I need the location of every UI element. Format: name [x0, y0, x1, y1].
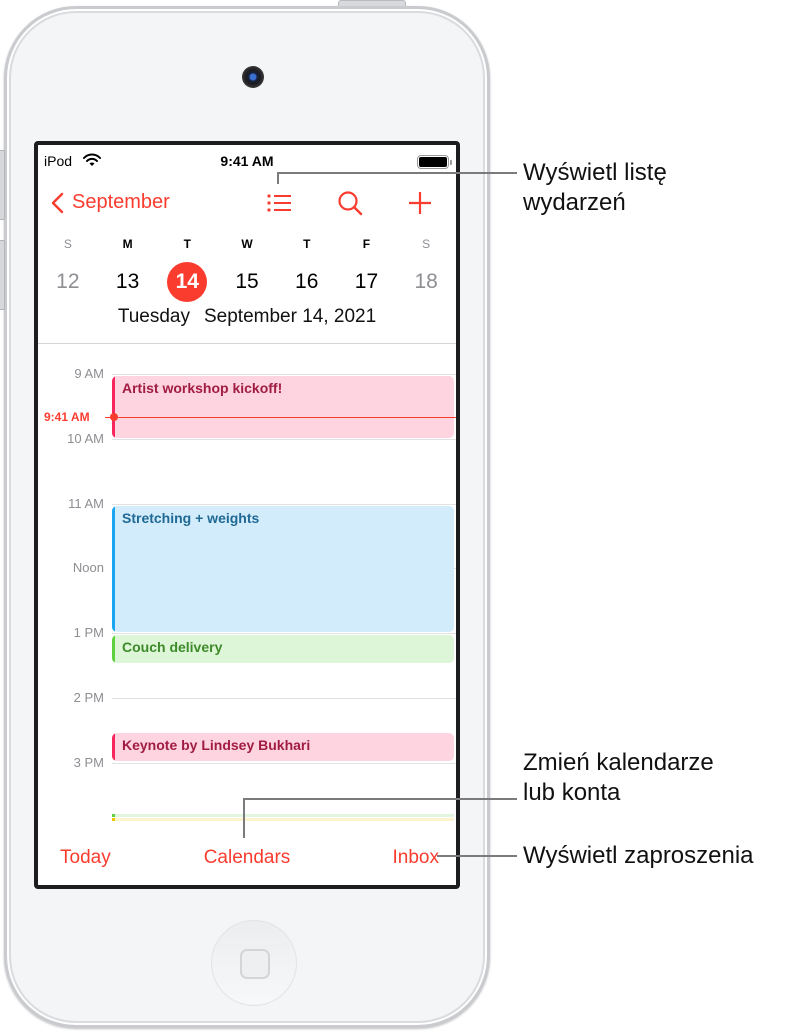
back-label: September	[72, 191, 170, 213]
date-number: 15	[235, 270, 259, 293]
front-camera	[242, 66, 264, 88]
home-button[interactable]	[211, 920, 297, 1006]
hour-label: Noon	[72, 560, 104, 575]
event-strip[interactable]	[112, 818, 454, 821]
date-cell[interactable]: 18	[396, 263, 456, 301]
current-time-line	[114, 417, 456, 418]
date-number: 12	[56, 270, 80, 293]
selected-full-date: September 14, 2021	[203, 306, 377, 327]
event-block[interactable]: Stretching + weights	[112, 506, 454, 632]
current-time-label: 9:41 AM	[44, 410, 90, 424]
date-cell[interactable]: 12	[38, 263, 98, 301]
status-time: 9:41 AM	[220, 153, 274, 169]
hour-row: 11 AM	[38, 496, 456, 511]
callout-line-text: Wyświetl listę	[523, 159, 667, 186]
callout-line-text: lub konta	[523, 779, 621, 806]
callout-line-text: Zmień kalendarze	[523, 749, 714, 776]
date-cell[interactable]: 17	[337, 263, 397, 301]
date-cell[interactable]: 16	[277, 263, 337, 301]
hour-row: 2 PM	[38, 690, 456, 705]
callout-line-text: Wyświetl zaproszenia	[523, 842, 754, 869]
event-title: Keynote by Lindsey Bukhari	[122, 737, 311, 753]
weekday-label: T	[183, 237, 191, 251]
callout-leader	[243, 798, 245, 838]
volume-down-button[interactable]	[0, 240, 5, 310]
date-number: 17	[354, 270, 379, 293]
callout-leader	[277, 172, 517, 174]
callout-leader	[437, 855, 517, 857]
week-date-strip: 12 13 14 15 16 17 18	[38, 262, 456, 302]
hour-label: 10 AM	[67, 431, 104, 446]
weekday-label: T	[303, 237, 311, 251]
hour-label: 9 AM	[74, 366, 104, 381]
back-to-month-button[interactable]: September	[50, 191, 170, 214]
date-number: 16	[295, 270, 319, 293]
weekday-label: S	[63, 237, 72, 251]
date-number: 13	[115, 270, 140, 293]
callout-leader	[243, 798, 517, 800]
selected-weekday: Tuesday	[117, 306, 190, 327]
nav-bar: September	[38, 185, 456, 221]
date-cell[interactable]: 13	[98, 263, 158, 301]
date-cell[interactable]: 15	[217, 263, 277, 301]
plus-icon[interactable]	[404, 189, 436, 217]
event-block[interactable]: Artist workshop kickoff!	[112, 376, 454, 438]
event-title: Artist workshop kickoff!	[122, 380, 283, 396]
hour-label: 11 AM	[68, 496, 104, 511]
hour-label: 1 PM	[73, 625, 104, 640]
hour-row: 1 PM	[38, 625, 456, 640]
hour-label: 2 PM	[73, 690, 104, 705]
day-timeline[interactable]: 9 AM 10 AM 11 AM Noon 1 PM 2 PM 3 PM Art…	[38, 344, 456, 844]
callout-line-text: wydarzeń	[523, 189, 626, 216]
screen: iPod 9:41 AM September S M T W T F S 12 …	[34, 141, 460, 889]
battery-full-icon	[417, 155, 452, 169]
top-power-button[interactable]	[338, 0, 406, 6]
callout-calendars: Zmień kalendarze lub konta	[523, 748, 714, 808]
weekday-header: S M T W T F S	[38, 237, 456, 251]
volume-up-button[interactable]	[0, 150, 5, 220]
bottom-toolbar: Today Calendars Inbox	[38, 835, 456, 885]
weekday-label: F	[362, 237, 371, 251]
date-number: 14	[167, 262, 208, 302]
date-number: 18	[414, 270, 438, 293]
status-bar: iPod 9:41 AM	[38, 145, 456, 173]
callout-list-view: Wyświetl listę wydarzeń	[523, 158, 667, 218]
date-cell-selected[interactable]: 14	[157, 262, 217, 302]
inbox-button[interactable]: Inbox	[393, 847, 439, 869]
callout-inbox: Wyświetl zaproszenia	[523, 841, 754, 871]
event-title: Couch delivery	[122, 639, 223, 655]
event-strip[interactable]	[112, 814, 454, 817]
hour-row: 10 AM	[38, 431, 456, 446]
weekday-label: W	[241, 237, 253, 251]
chevron-left-icon	[51, 192, 64, 213]
event-title: Stretching + weights	[122, 510, 260, 526]
home-button-icon	[240, 949, 270, 979]
search-icon[interactable]	[335, 189, 367, 217]
weekday-label: M	[122, 237, 133, 251]
weekday-label: S	[422, 237, 431, 251]
hour-row: 9 AM	[38, 366, 456, 381]
event-block[interactable]: Couch delivery	[112, 635, 454, 663]
selected-date-label: Tuesday September 14, 2021	[38, 306, 456, 328]
event-block[interactable]: Keynote by Lindsey Bukhari	[112, 733, 454, 761]
hour-row: 3 PM	[38, 755, 456, 770]
hour-label: 3 PM	[73, 755, 104, 770]
list-view-icon[interactable]	[263, 189, 295, 217]
